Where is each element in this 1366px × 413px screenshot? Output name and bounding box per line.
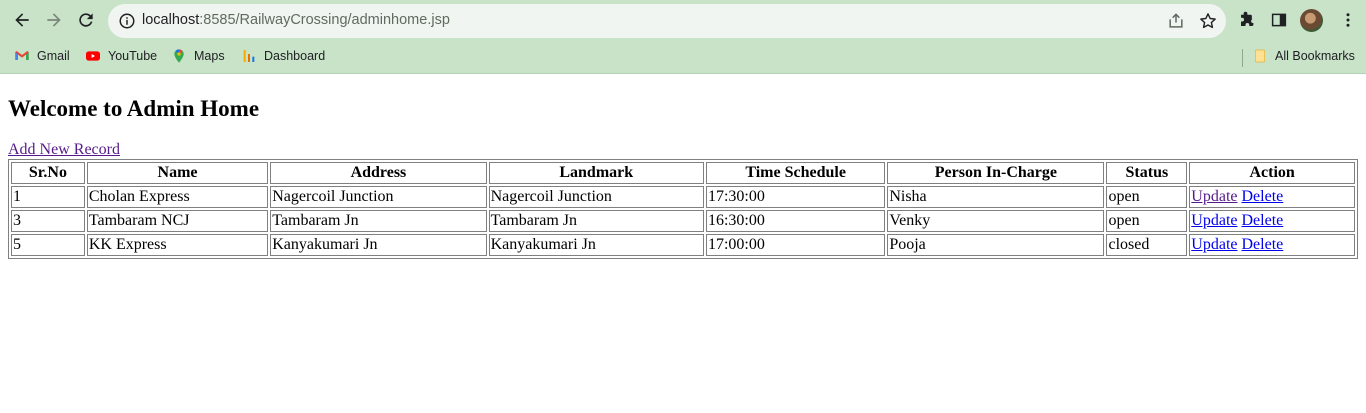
page-content: Welcome to Admin Home Add New Record Sr.… bbox=[0, 95, 1366, 259]
dashboard-icon bbox=[243, 50, 255, 62]
folder-icon bbox=[1255, 49, 1265, 63]
page-title: Welcome to Admin Home bbox=[8, 96, 260, 121]
site-info-icon[interactable] bbox=[118, 12, 136, 30]
maps-icon bbox=[174, 49, 184, 63]
cell-time-schedule: 17:00:00 bbox=[705, 234, 886, 256]
column-header-name: Name bbox=[86, 162, 269, 184]
add-new-record-link[interactable]: Add New Record bbox=[8, 141, 120, 159]
table-row: 1 Cholan Express Nagercoil Junction Nage… bbox=[11, 186, 1355, 208]
column-header-status: Status bbox=[1106, 162, 1188, 184]
column-header-person-in-charge: Person In-Charge bbox=[887, 162, 1105, 184]
cell-address: Tambaram Jn bbox=[270, 210, 487, 232]
column-header-address: Address bbox=[270, 162, 487, 184]
cell-address: Nagercoil Junction bbox=[270, 186, 487, 208]
cell-action: Update Delete bbox=[1189, 234, 1355, 256]
browser-chrome: localhost:8585/RailwayCrossing/adminhome… bbox=[0, 0, 1366, 74]
bookmark-label: Maps bbox=[194, 49, 225, 63]
update-link[interactable]: Update bbox=[1191, 188, 1237, 205]
cell-name: Tambaram NCJ bbox=[86, 210, 269, 232]
url-host: localhost bbox=[142, 12, 200, 28]
cell-landmark: Nagercoil Junction bbox=[488, 186, 704, 208]
update-link[interactable]: Update bbox=[1191, 236, 1237, 253]
url-text[interactable]: localhost:8585/RailwayCrossing/adminhome… bbox=[142, 12, 450, 28]
cell-status: open bbox=[1106, 186, 1188, 208]
cell-landmark: Tambaram Jn bbox=[488, 210, 704, 232]
back-arrow-icon bbox=[15, 13, 29, 27]
column-header-srno: Sr.No bbox=[11, 162, 85, 184]
gmail-icon bbox=[15, 51, 29, 60]
bookmark-label: YouTube bbox=[108, 49, 158, 63]
bookmark-gmail[interactable]: Gmail bbox=[14, 48, 70, 64]
cell-address: Kanyakumari Jn bbox=[270, 234, 487, 256]
profile-avatar[interactable] bbox=[1300, 9, 1323, 32]
cell-status: closed bbox=[1106, 234, 1188, 256]
all-bookmarks-label: All Bookmarks bbox=[1275, 49, 1355, 63]
records-table: Sr.No Name Address Landmark Time Schedul… bbox=[8, 159, 1358, 259]
bookmark-youtube[interactable]: YouTube bbox=[85, 48, 157, 64]
table-header-row: Sr.No Name Address Landmark Time Schedul… bbox=[11, 162, 1355, 184]
bookmarks-separator bbox=[1242, 49, 1243, 67]
cell-srno: 3 bbox=[11, 210, 85, 232]
cell-person-in-charge: Pooja bbox=[887, 234, 1105, 256]
share-icon[interactable] bbox=[1166, 11, 1186, 31]
browser-menu-button[interactable] bbox=[1334, 6, 1362, 34]
cell-name: KK Express bbox=[86, 234, 269, 256]
browser-toolbar: localhost:8585/RailwayCrossing/adminhome… bbox=[0, 0, 1366, 41]
bookmark-star-icon[interactable] bbox=[1198, 11, 1218, 31]
bookmark-dashboard[interactable]: Dashboard bbox=[241, 48, 325, 64]
cell-name: Cholan Express bbox=[86, 186, 269, 208]
bookmark-label: Gmail bbox=[37, 49, 70, 63]
side-panel-icon bbox=[1271, 13, 1287, 27]
cell-landmark: Kanyakumari Jn bbox=[488, 234, 704, 256]
delete-link[interactable]: Delete bbox=[1241, 188, 1283, 205]
update-link[interactable]: Update bbox=[1191, 212, 1237, 229]
cell-srno: 1 bbox=[11, 186, 85, 208]
cell-status: open bbox=[1106, 210, 1188, 232]
column-header-landmark: Landmark bbox=[488, 162, 704, 184]
url-path: :8585/RailwayCrossing/adminhome.jsp bbox=[199, 12, 450, 28]
youtube-icon bbox=[86, 51, 100, 61]
side-panel-button[interactable] bbox=[1265, 6, 1293, 34]
column-header-time-schedule: Time Schedule bbox=[705, 162, 886, 184]
table-row: 3 Tambaram NCJ Tambaram Jn Tambaram Jn 1… bbox=[11, 210, 1355, 232]
bookmark-label: Dashboard bbox=[264, 49, 326, 63]
column-header-action: Action bbox=[1189, 162, 1355, 184]
forward-arrow-icon bbox=[47, 13, 61, 27]
delete-link[interactable]: Delete bbox=[1241, 212, 1283, 229]
cell-time-schedule: 17:30:00 bbox=[705, 186, 886, 208]
cell-person-in-charge: Nisha bbox=[887, 186, 1105, 208]
extensions-button[interactable] bbox=[1233, 6, 1261, 34]
bookmarks-bar: Gmail YouTube Maps Dashboard All Bookmar… bbox=[0, 41, 1366, 74]
cell-action: Update Delete bbox=[1189, 210, 1355, 232]
cell-time-schedule: 16:30:00 bbox=[705, 210, 886, 232]
more-vertical-icon bbox=[1346, 13, 1350, 27]
reload-button[interactable] bbox=[71, 5, 101, 35]
forward-button[interactable] bbox=[39, 5, 69, 35]
cell-action: Update Delete bbox=[1189, 186, 1355, 208]
address-bar[interactable]: localhost:8585/RailwayCrossing/adminhome… bbox=[108, 4, 1226, 38]
cell-person-in-charge: Venky bbox=[887, 210, 1105, 232]
all-bookmarks-button[interactable]: All Bookmarks bbox=[1252, 48, 1355, 64]
back-button[interactable] bbox=[7, 5, 37, 35]
reload-icon bbox=[79, 13, 93, 27]
cell-srno: 5 bbox=[11, 234, 85, 256]
delete-link[interactable]: Delete bbox=[1241, 236, 1283, 253]
bookmark-maps[interactable]: Maps bbox=[171, 48, 225, 64]
table-row: 5 KK Express Kanyakumari Jn Kanyakumari … bbox=[11, 234, 1355, 256]
puzzle-icon bbox=[1241, 11, 1254, 26]
